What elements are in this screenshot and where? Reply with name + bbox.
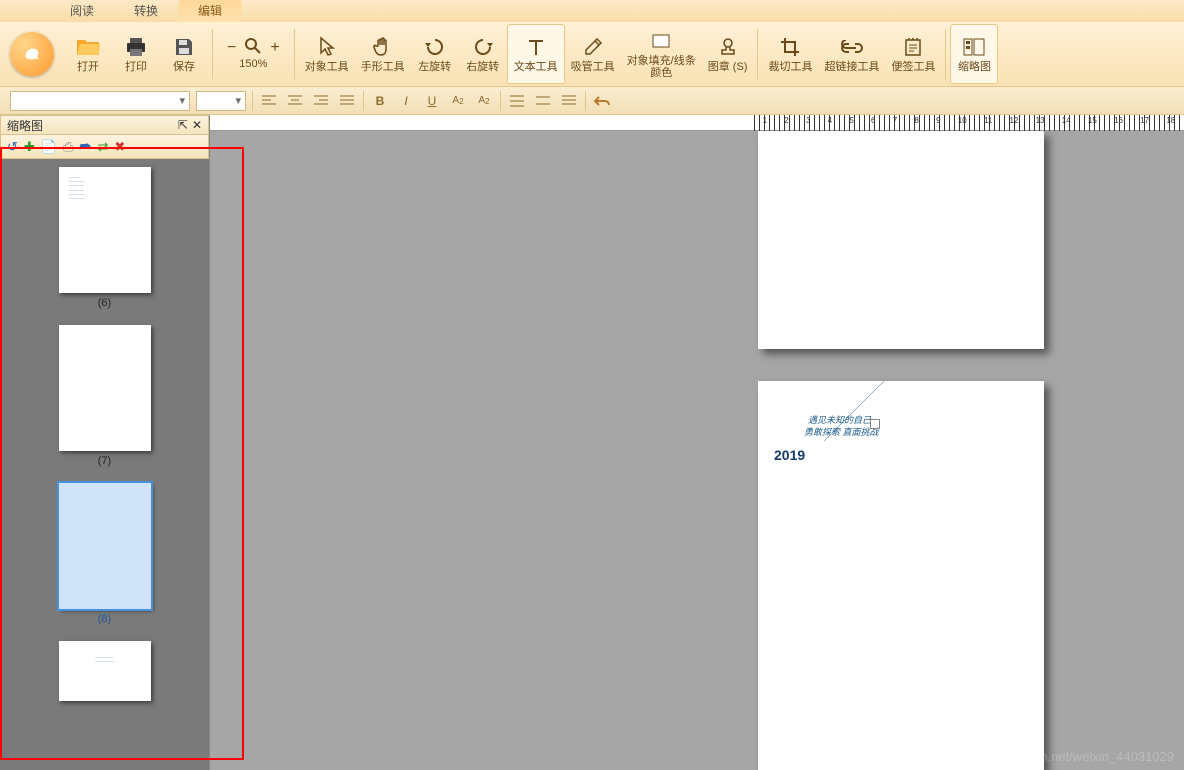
object-tool-button[interactable]: 对象工具 [299, 24, 355, 84]
print-button[interactable]: 打印 [112, 24, 160, 84]
rotate-right-button[interactable]: 右旋转 [459, 24, 507, 84]
tab-convert[interactable]: 转换 [114, 0, 178, 22]
hand-tool-button[interactable]: 手形工具 [355, 24, 411, 84]
mode-tabs: 阅读 转换 编辑 [0, 0, 1184, 22]
workspace: 缩略图 ⇱ ✕ ↺ ✚ 📄 ⎙ ⮫ ⇄ ✖ ——————— ————— ————… [0, 115, 1184, 770]
fill-icon [649, 29, 673, 53]
tab-edit[interactable]: 编辑 [178, 0, 242, 22]
line-spacing-1-button[interactable] [507, 91, 527, 111]
thumbnail-panel: 缩略图 ⇱ ✕ ↺ ✚ 📄 ⎙ ⮫ ⇄ ✖ ——————— ————— ————… [0, 115, 210, 770]
app-logo[interactable] [10, 32, 54, 76]
format-toolbar: ▾ ▾ B I U A2 A2 [0, 87, 1184, 115]
thumbnail-toggle-button[interactable]: 缩略图 [950, 24, 998, 84]
rotate-left-icon [423, 35, 447, 59]
horizontal-ruler: 123456789101112131415161718 [210, 115, 1184, 131]
superscript-button[interactable]: A2 [448, 91, 468, 111]
thumbnail-icon [962, 35, 986, 59]
thumbnail-item[interactable]: (7) [0, 325, 209, 467]
rotate-right-icon [471, 35, 495, 59]
line-spacing-3-button[interactable] [559, 91, 579, 111]
crop-button[interactable]: 裁切工具 [762, 24, 818, 84]
zoom-out-button[interactable]: − [223, 39, 240, 57]
italic-button[interactable]: I [396, 91, 416, 111]
tab-read[interactable]: 阅读 [50, 0, 114, 22]
add-page-icon[interactable]: ✚ [24, 139, 35, 155]
align-justify-button[interactable] [337, 91, 357, 111]
open-button[interactable]: 打开 [64, 24, 112, 84]
extract-icon[interactable]: ⎙ [63, 139, 73, 155]
save-icon [172, 35, 196, 59]
align-left-button[interactable] [259, 91, 279, 111]
zoom-in-button[interactable]: + [266, 39, 283, 57]
subscript-button[interactable]: A2 [474, 91, 494, 111]
cursor-icon [315, 35, 339, 59]
elephant-icon [19, 41, 45, 67]
note-button[interactable]: 便签工具 [885, 24, 941, 84]
text-tool-button[interactable]: 文本工具 [507, 24, 565, 84]
ribbon-toolbar: 打开 打印 保存 − + 150% 对象工具 手形工具 左旋转 右旋转 文本工具 [0, 22, 1184, 87]
align-right-button[interactable] [311, 91, 331, 111]
stamp-icon [716, 35, 740, 59]
insert-page-icon[interactable]: 📄 [41, 139, 57, 155]
page-year: 2019 [774, 447, 805, 463]
watermark: https://blog.csdn.net/weixin_44031029 [953, 749, 1174, 764]
page-marker [870, 419, 880, 429]
eyedropper-button[interactable]: 吸管工具 [565, 24, 621, 84]
folder-icon [76, 35, 100, 59]
document-canvas[interactable]: 123456789101112131415161718 遇见未知的自己 勇敢探索… [210, 115, 1184, 770]
crop-icon [778, 35, 802, 59]
close-icon[interactable]: ✕ [192, 118, 202, 132]
hand-icon [371, 35, 395, 59]
font-size-combo[interactable]: ▾ [196, 91, 246, 111]
underline-button[interactable]: U [422, 91, 442, 111]
thumbnail-list[interactable]: ——————— ————— ————— ————— ————— —— (6) (… [0, 159, 209, 770]
font-family-combo[interactable]: ▾ [10, 91, 190, 111]
magnifier-icon [244, 37, 262, 58]
thumbnail-panel-toolbar: ↺ ✚ 📄 ⎙ ⮫ ⇄ ✖ [0, 135, 209, 159]
printer-icon [124, 35, 148, 59]
thumbnail-panel-title: 缩略图 [7, 117, 43, 134]
note-icon [901, 35, 925, 59]
line-spacing-2-button[interactable] [533, 91, 553, 111]
fill-stroke-button[interactable]: 对象填充/线条颜色 [621, 24, 702, 84]
hyperlink-button[interactable]: 超链接工具 [818, 24, 885, 84]
text-icon [524, 35, 548, 59]
pin-icon[interactable]: ⇱ [178, 118, 188, 132]
eyedropper-icon [581, 35, 605, 59]
delete-page-icon[interactable]: ✖ [114, 139, 125, 155]
thumbnail-item[interactable]: (8) [0, 483, 209, 625]
rotate-icon[interactable]: ↺ [7, 139, 18, 155]
page-quote-2: 勇敢探索 直面挑战 [804, 425, 879, 438]
bold-button[interactable]: B [370, 91, 390, 111]
page-view-7[interactable] [758, 131, 1044, 349]
link-icon [840, 35, 864, 59]
align-center-button[interactable] [285, 91, 305, 111]
replace-icon[interactable]: ⇄ [98, 139, 109, 155]
save-button[interactable]: 保存 [160, 24, 208, 84]
thumbnail-item[interactable]: ———————————— [0, 641, 209, 701]
stamp-button[interactable]: 图章 (S) [702, 24, 754, 84]
export-icon[interactable]: ⮫ [79, 139, 91, 155]
rotate-left-button[interactable]: 左旋转 [411, 24, 459, 84]
thumbnail-panel-header: 缩略图 ⇱ ✕ [0, 115, 209, 135]
zoom-group: − + 150% [217, 24, 290, 84]
page-view-8[interactable]: 遇见未知的自己 勇敢探索 直面挑战 2019 [758, 381, 1044, 770]
undo-button[interactable] [592, 91, 612, 111]
thumbnail-item[interactable]: ——————— ————— ————— ————— ————— —— (6) [0, 167, 209, 309]
